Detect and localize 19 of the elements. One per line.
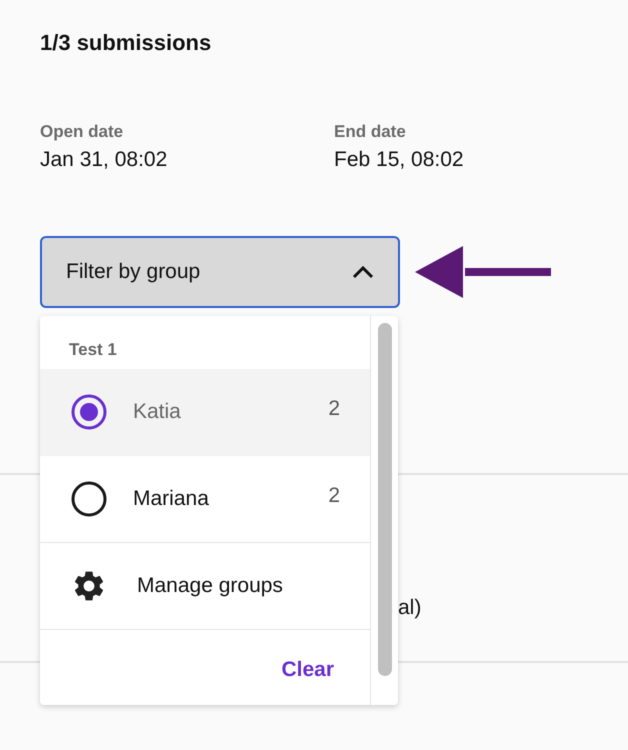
filter-dropdown[interactable]: Filter by group <box>40 236 400 308</box>
partial-text: al) <box>398 596 422 620</box>
radio-icon <box>71 394 107 430</box>
clear-button[interactable]: Clear <box>281 658 334 682</box>
group-heading: Test 1 <box>68 339 118 361</box>
pointer-arrow-icon <box>415 246 551 298</box>
date-value: Feb 15, 08:02 <box>334 148 465 172</box>
date-value: Jan 31, 08:02 <box>40 148 168 172</box>
group-option[interactable]: Mariana 2 <box>40 455 370 542</box>
manage-groups-item[interactable]: Manage groups <box>40 542 370 630</box>
option-count: 2 <box>328 484 340 508</box>
radio-icon <box>71 481 107 517</box>
date-label: End date <box>334 122 407 142</box>
group-option[interactable]: Katia 2 <box>40 369 370 455</box>
scrollbar-thumb[interactable] <box>378 323 392 676</box>
submissions-heading: 1/3 submissions <box>40 30 212 56</box>
option-count: 2 <box>328 397 340 421</box>
caret-icon <box>352 265 374 279</box>
date-label: Open date <box>40 122 124 142</box>
